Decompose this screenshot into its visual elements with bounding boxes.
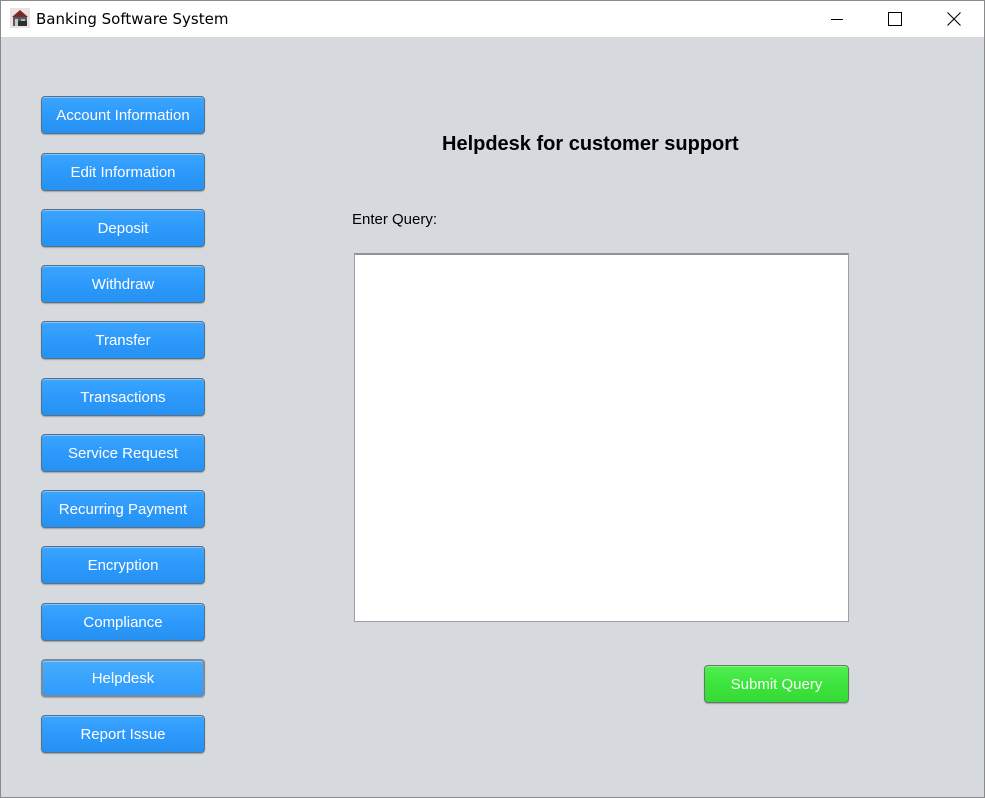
title-bar: Banking Software System: [1, 1, 984, 37]
deposit-button[interactable]: Deposit: [41, 209, 205, 247]
transfer-button[interactable]: Transfer: [41, 321, 205, 359]
compliance-button[interactable]: Compliance: [41, 603, 205, 641]
service-request-button[interactable]: Service Request: [41, 434, 205, 472]
page-title: Helpdesk for customer support: [442, 133, 739, 155]
minimize-button[interactable]: [808, 1, 866, 37]
report-issue-button[interactable]: Report Issue: [41, 715, 205, 753]
query-input[interactable]: [354, 253, 849, 622]
close-icon: [947, 12, 961, 26]
account-information-button[interactable]: Account Information: [41, 96, 205, 134]
window-title: Banking Software System: [36, 10, 229, 28]
query-label: Enter Query:: [352, 211, 438, 228]
bank-app-icon: [10, 8, 30, 28]
minimize-icon: [831, 13, 843, 25]
maximize-button[interactable]: [866, 1, 924, 37]
app-window: Banking Software System Account Informat…: [0, 0, 985, 798]
submit-query-button[interactable]: Submit Query: [704, 665, 849, 703]
edit-information-button[interactable]: Edit Information: [41, 153, 205, 191]
maximize-icon: [888, 12, 902, 26]
close-button[interactable]: [925, 1, 983, 37]
encryption-button[interactable]: Encryption: [41, 546, 205, 584]
main-panel: Account Information Edit Information Dep…: [1, 37, 984, 797]
helpdesk-button[interactable]: Helpdesk: [41, 659, 205, 697]
transactions-button[interactable]: Transactions: [41, 378, 205, 416]
recurring-payment-button[interactable]: Recurring Payment: [41, 490, 205, 528]
withdraw-button[interactable]: Withdraw: [41, 265, 205, 303]
